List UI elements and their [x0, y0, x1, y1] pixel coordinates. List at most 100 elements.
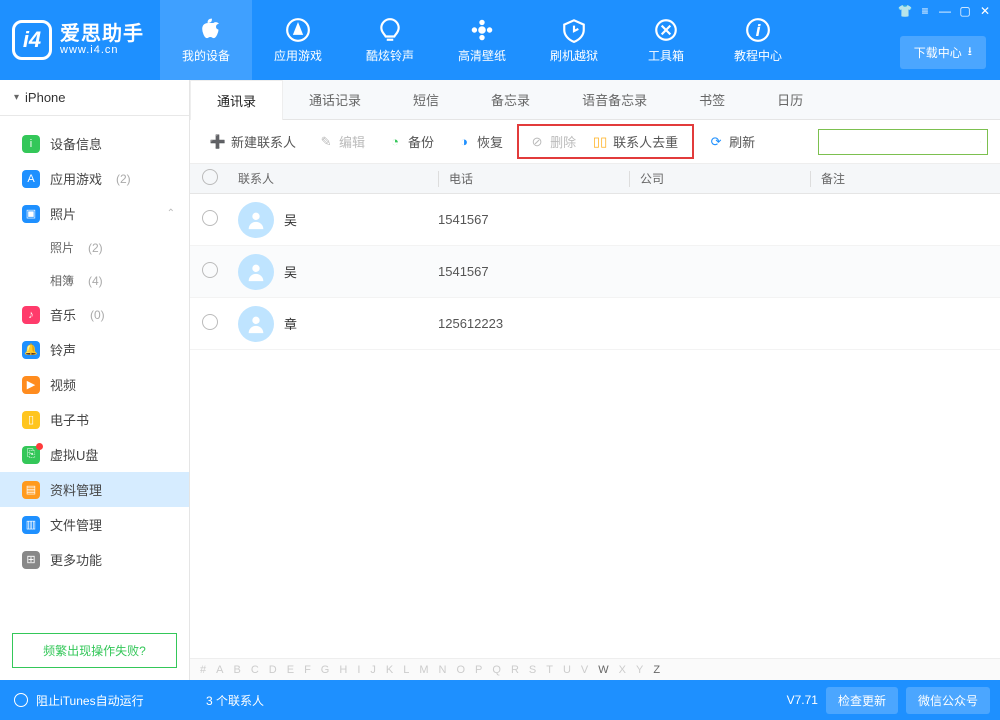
alpha-M[interactable]: M	[419, 664, 428, 676]
alpha-V[interactable]: V	[581, 664, 588, 676]
sidebar-item-6[interactable]: 🔔铃声	[0, 332, 189, 367]
sidebar-item-8[interactable]: ▯电子书	[0, 402, 189, 437]
toolbar: ➕新建联系人 ✎编辑 ◔备份 ◑恢复 ⊘删除 ▯▯联系人去重 ⟳刷新	[190, 120, 1000, 164]
sidebar-item-2[interactable]: ▣照片⌃	[0, 196, 189, 231]
delete-button: ⊘删除	[521, 128, 584, 155]
row-checkbox[interactable]	[202, 210, 218, 226]
sidebar-item-3[interactable]: 照片(2)	[0, 231, 189, 264]
row-checkbox[interactable]	[202, 314, 218, 330]
alpha-R[interactable]: R	[511, 664, 519, 676]
alpha-H[interactable]: H	[339, 664, 347, 676]
sidebar-item-10[interactable]: ▤资料管理	[0, 472, 189, 507]
help-link[interactable]: 频繁出现操作失败?	[12, 633, 177, 668]
close-icon[interactable]: ✕	[976, 4, 994, 18]
dedupe-button[interactable]: ▯▯联系人去重	[584, 128, 686, 155]
contact-row[interactable]: 吴1541567	[190, 246, 1000, 298]
tab-5[interactable]: 书签	[673, 80, 751, 119]
pencil-icon: ✎	[318, 134, 334, 150]
alpha-E[interactable]: E	[287, 664, 294, 676]
search-box[interactable]	[818, 129, 988, 155]
itunes-toggle[interactable]: 阻止iTunes自动运行	[0, 692, 190, 709]
alpha-Q[interactable]: Q	[492, 664, 501, 676]
alpha-A[interactable]: A	[216, 664, 223, 676]
alpha-#[interactable]: #	[200, 664, 206, 676]
minimize-icon[interactable]: —	[936, 4, 954, 18]
topnav-6[interactable]: i教程中心	[712, 0, 804, 80]
contact-name: 吴	[284, 210, 297, 229]
alpha-N[interactable]: N	[439, 664, 447, 676]
alpha-K[interactable]: K	[386, 664, 393, 676]
alpha-F[interactable]: F	[304, 664, 311, 676]
row-checkbox[interactable]	[202, 262, 218, 278]
alpha-U[interactable]: U	[563, 664, 571, 676]
alpha-C[interactable]: C	[251, 664, 259, 676]
contact-row[interactable]: 章125612223	[190, 298, 1000, 350]
sidebar-item-12[interactable]: ⊞更多功能	[0, 542, 189, 577]
backup-button[interactable]: ◔备份	[379, 128, 442, 155]
settings-menu-icon[interactable]: ≡	[916, 4, 934, 18]
data-icon: ▤	[22, 481, 40, 499]
sidebar-item-4[interactable]: 相簿(4)	[0, 264, 189, 297]
plus-icon: ➕	[210, 134, 226, 150]
tab-4[interactable]: 语音备忘录	[556, 80, 673, 119]
device-selector[interactable]: iPhone	[0, 80, 189, 116]
alpha-S[interactable]: S	[529, 664, 536, 676]
new-contact-button[interactable]: ➕新建联系人	[202, 128, 304, 155]
topnav-2[interactable]: 酷炫铃声	[344, 0, 436, 80]
shirt-icon[interactable]: 👕	[896, 4, 914, 18]
topnav-5[interactable]: 工具箱	[620, 0, 712, 80]
contact-row[interactable]: 吴1541567	[190, 194, 1000, 246]
sidebar-item-1[interactable]: A应用游戏(2)	[0, 161, 189, 196]
sidebar-item-9[interactable]: ⎘虚拟U盘	[0, 437, 189, 472]
alpha-T[interactable]: T	[546, 664, 553, 676]
alpha-I[interactable]: I	[357, 664, 360, 676]
sidebar-item-7[interactable]: ▶视频	[0, 367, 189, 402]
file-icon: ▥	[22, 516, 40, 534]
download-center-button[interactable]: 下载中心 ⭳	[900, 36, 986, 69]
more-icon: ⊞	[22, 551, 40, 569]
delete-icon: ⊘	[529, 134, 545, 150]
alpha-G[interactable]: G	[321, 664, 330, 676]
tab-1[interactable]: 通话记录	[283, 80, 387, 119]
alpha-D[interactable]: D	[269, 664, 277, 676]
search-icon	[980, 135, 981, 149]
sidebar-item-5[interactable]: ♪音乐(0)	[0, 297, 189, 332]
topnav-1[interactable]: 应用游戏	[252, 0, 344, 80]
topnav-3[interactable]: 高清壁纸	[436, 0, 528, 80]
topnav-4[interactable]: 刷机越狱	[528, 0, 620, 80]
maximize-icon[interactable]: ▢	[956, 4, 974, 18]
tab-3[interactable]: 备忘录	[465, 80, 556, 119]
wechat-button[interactable]: 微信公众号	[906, 687, 990, 714]
contact-name: 吴	[284, 262, 297, 281]
alpha-Y[interactable]: Y	[636, 664, 643, 676]
select-all-checkbox[interactable]	[202, 169, 218, 185]
col-phone[interactable]: 电话	[449, 170, 629, 187]
chevron-icon: ⌃	[167, 208, 175, 219]
sidebar-item-11[interactable]: ▥文件管理	[0, 507, 189, 542]
refresh-button[interactable]: ⟳刷新	[700, 128, 763, 155]
alpha-L[interactable]: L	[403, 664, 409, 676]
restore-icon: ◑	[456, 134, 472, 150]
check-update-button[interactable]: 检查更新	[826, 687, 898, 714]
alpha-X[interactable]: X	[619, 664, 626, 676]
alpha-J[interactable]: J	[370, 664, 376, 676]
app-url: www.i4.cn	[60, 44, 144, 56]
col-company[interactable]: 公司	[640, 170, 810, 187]
version-label: V7.71	[787, 693, 818, 707]
restore-button[interactable]: ◑恢复	[448, 128, 511, 155]
alpha-O[interactable]: O	[456, 664, 465, 676]
alpha-W[interactable]: W	[598, 664, 608, 676]
tab-0[interactable]: 通讯录	[190, 80, 283, 120]
logo-icon: i4	[12, 20, 52, 60]
alpha-P[interactable]: P	[475, 664, 482, 676]
dedupe-highlight: ⊘删除 ▯▯联系人去重	[517, 124, 694, 159]
alpha-B[interactable]: B	[233, 664, 240, 676]
tab-6[interactable]: 日历	[751, 80, 829, 119]
alpha-Z[interactable]: Z	[653, 664, 660, 676]
search-input[interactable]	[825, 135, 980, 149]
sidebar-item-0[interactable]: i设备信息	[0, 126, 189, 161]
topnav-0[interactable]: 我的设备	[160, 0, 252, 80]
col-note[interactable]: 备注	[821, 170, 1000, 187]
tab-2[interactable]: 短信	[387, 80, 465, 119]
col-name[interactable]: 联系人	[238, 170, 438, 187]
